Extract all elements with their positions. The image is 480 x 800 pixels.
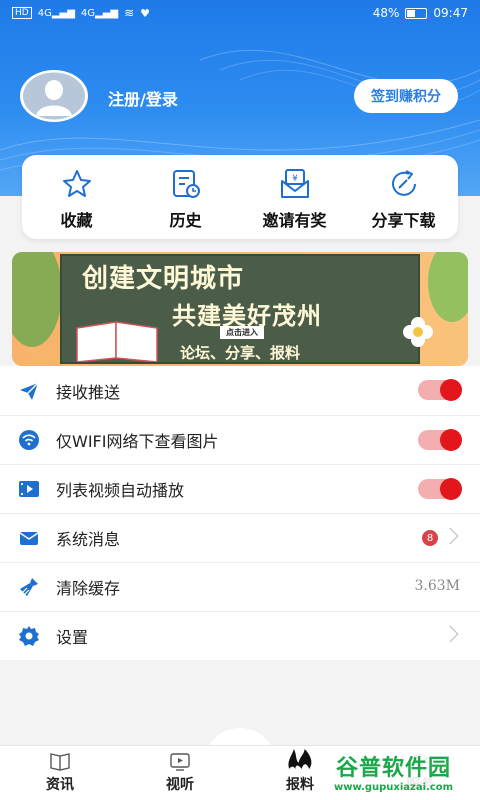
broom-icon — [18, 576, 40, 598]
clock: 09:47 — [433, 6, 468, 20]
quick-invite[interactable]: ¥ 邀请有奖 — [240, 155, 349, 239]
setting-label: 系统消息 — [56, 530, 121, 549]
hd-icon: HD — [12, 7, 32, 19]
setting-label: 清除缓存 — [56, 579, 121, 598]
setting-label: 列表视频自动播放 — [56, 481, 185, 500]
svg-text:¥: ¥ — [292, 174, 298, 184]
login-link[interactable]: 注册/登录 — [108, 86, 178, 110]
setting-autoplay[interactable]: 列表视频自动播放 — [0, 464, 480, 513]
cache-size: 3.63M — [414, 578, 460, 594]
banner-cta[interactable]: 点击进入 — [220, 326, 264, 339]
tab-label: 资讯 — [46, 777, 74, 793]
setting-label: 仅WIFI网络下查看图片 — [56, 432, 219, 451]
signal-icon-2: 4G▂▄▆ — [80, 7, 119, 19]
quick-history[interactable]: 历史 — [131, 155, 240, 239]
setting-messages[interactable]: 系统消息 8 — [0, 513, 480, 562]
quick-actions-card: 收藏 历史 ¥ 邀请有奖 分享下载 — [22, 155, 458, 239]
setting-label: 设置 — [56, 628, 89, 647]
tv-icon — [170, 753, 190, 771]
status-bar: HD 4G▂▄▆ 4G▂▄▆ ≋ ♥ 48% 09:47 — [0, 0, 480, 26]
quick-label: 邀请有奖 — [262, 211, 327, 230]
send-icon — [18, 380, 40, 402]
wifi-status-icon: ≋ — [124, 6, 135, 20]
wifi-images-toggle[interactable] — [418, 429, 462, 451]
heart-icon: ♥ — [140, 6, 151, 20]
quick-label: 收藏 — [60, 211, 93, 230]
banner-title-1: 创建文明城市 — [82, 264, 245, 294]
gear-icon — [18, 625, 40, 647]
chevron-right-icon — [441, 625, 459, 643]
book-icon — [76, 321, 158, 362]
invite-envelope-icon: ¥ — [280, 169, 309, 198]
battery-icon — [405, 7, 428, 19]
quick-favorites[interactable]: 收藏 — [22, 155, 131, 239]
settings-list: 接收推送 仅WIFI网络下查看图片 列表视频自动播放 系统消息 8 清除缓存 3… — [0, 366, 480, 660]
quick-share[interactable]: 分享下载 — [349, 155, 458, 239]
tab-news[interactable]: 资讯 — [0, 746, 120, 800]
setting-wifi-images[interactable]: 仅WIFI网络下查看图片 — [0, 415, 480, 464]
tab-label: 视听 — [166, 777, 194, 793]
sign-in-points-button[interactable]: 签到赚积分 — [354, 79, 458, 113]
avatar[interactable] — [20, 70, 90, 124]
share-icon — [391, 170, 416, 196]
history-icon — [172, 170, 200, 198]
watermark-title: 谷普软件园 — [336, 756, 452, 781]
autoplay-toggle[interactable] — [418, 478, 462, 500]
watermark: 谷普软件园 www.gupuxiazai.com — [330, 748, 480, 800]
push-toggle[interactable] — [418, 379, 462, 401]
mail-icon — [18, 527, 40, 549]
banner-subtitle: 论坛、分享、报料 — [180, 344, 301, 362]
setting-label: 接收推送 — [56, 382, 121, 402]
battery-percent: 48% — [372, 6, 400, 20]
flame-icon — [288, 749, 312, 769]
star-icon — [62, 170, 91, 197]
message-count-badge: 8 — [422, 530, 438, 546]
promo-banner[interactable]: 创建文明城市 共建美好茂州 点击进入 论坛、分享、报料 — [12, 252, 468, 366]
tab-label: 报料 — [286, 777, 314, 793]
quick-label: 历史 — [169, 211, 202, 230]
setting-push[interactable]: 接收推送 — [0, 366, 480, 415]
wifi-icon — [18, 429, 40, 451]
setting-clear-cache[interactable]: 清除缓存 3.63M — [0, 562, 480, 611]
setting-settings[interactable]: 设置 — [0, 611, 480, 660]
watermark-url: www.gupuxiazai.com — [334, 782, 454, 793]
signal-icon: 4G▂▄▆ — [37, 7, 75, 19]
user-avatar-icon — [20, 70, 88, 122]
quick-label: 分享下载 — [371, 211, 436, 230]
news-icon — [50, 753, 70, 771]
tab-av[interactable]: 视听 — [120, 746, 240, 800]
flower-icon — [403, 317, 433, 347]
chevron-right-icon — [441, 527, 459, 545]
video-icon — [18, 478, 40, 500]
